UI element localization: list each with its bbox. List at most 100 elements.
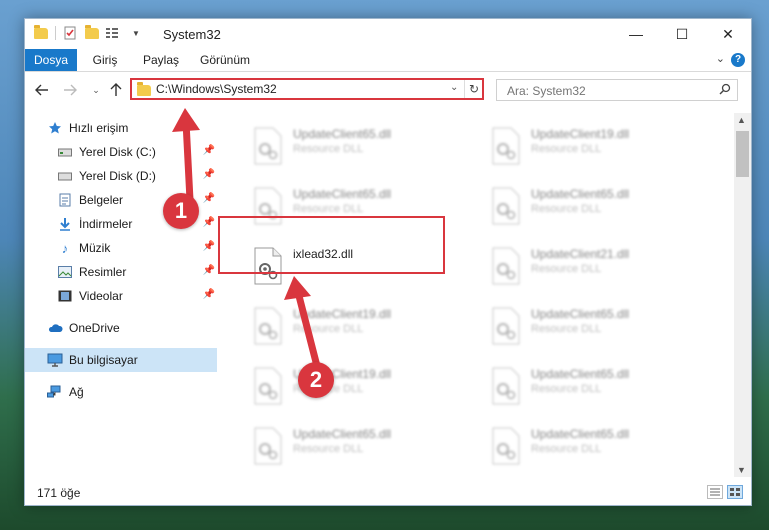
dll-file-icon [492, 187, 520, 225]
title-bar: ▼ System32 — ☐ ✕ [25, 19, 751, 49]
file-type: Resource DLL [293, 143, 364, 155]
pin-icon[interactable]: 📌 [203, 169, 215, 180]
new-folder-icon[interactable] [84, 24, 100, 41]
sidebar-item-label: Yerel Disk (C:) [79, 145, 156, 159]
dll-file-icon [492, 247, 520, 285]
drive-icon [57, 144, 73, 160]
large-icons-view-icon[interactable] [727, 485, 743, 499]
sidebar-item-pictures[interactable]: Resimler 📌 [25, 260, 217, 284]
sidebar-item-label: OneDrive [69, 321, 120, 335]
step-marker-1: 1 [163, 193, 199, 229]
file-item[interactable]: UpdateClient19.dll Resource DLL [245, 301, 471, 353]
file-name: UpdateClient65.dll [531, 427, 630, 441]
sidebar-item-videos[interactable]: Videolar 📌 [25, 284, 217, 308]
scroll-down-icon[interactable]: ▼ [737, 465, 746, 475]
tab-gorunum[interactable]: Görünüm [197, 49, 253, 71]
file-item[interactable]: UpdateClient65.dll Resource DLL [245, 121, 471, 173]
recent-locations-icon[interactable]: ⌄ [87, 81, 105, 99]
sidebar-item-music[interactable]: ♪ Müzik 📌 [25, 236, 217, 260]
tab-paylas[interactable]: Paylaş [141, 49, 181, 71]
scroll-up-icon[interactable]: ▲ [737, 115, 746, 125]
pictures-icon [57, 264, 73, 280]
music-icon: ♪ [61, 240, 69, 256]
file-item[interactable]: UpdateClient65.dll Resource DLL [483, 421, 709, 473]
details-view-icon[interactable] [707, 485, 723, 499]
address-dropdown-icon[interactable]: ⌄ [450, 82, 458, 93]
status-bar: 171 öğe [25, 479, 751, 505]
minimize-button[interactable]: — [613, 19, 659, 49]
file-item[interactable]: UpdateClient21.dll Resource DLL [483, 241, 709, 293]
file-highlight-box [218, 216, 445, 274]
file-name: UpdateClient65.dll [293, 187, 392, 201]
navigation-bar: ⌄ C:\Windows\System32 ⌄ ↻ [25, 72, 751, 108]
dll-file-icon [492, 427, 520, 465]
divider [55, 26, 56, 40]
documents-icon [57, 192, 73, 208]
search-box[interactable] [496, 79, 738, 101]
maximize-button[interactable]: ☐ [659, 19, 705, 49]
drive-icon [57, 168, 73, 184]
file-list: UpdateClient65.dll Resource DLL UpdateCl… [225, 113, 733, 477]
expand-ribbon-icon[interactable]: ⌄ [716, 52, 725, 65]
file-type: Resource DLL [531, 203, 602, 215]
folder-icon[interactable] [33, 24, 49, 41]
back-button[interactable] [33, 81, 51, 99]
address-bar[interactable]: C:\Windows\System32 ⌄ ↻ [130, 78, 484, 100]
file-type: Resource DLL [293, 443, 364, 455]
file-item[interactable]: UpdateClient65.dll Resource DLL [483, 301, 709, 353]
pin-icon[interactable]: 📌 [203, 145, 215, 156]
star-icon [47, 120, 63, 136]
file-item[interactable]: UpdateClient65.dll Resource DLL [245, 421, 471, 473]
sidebar-item-this-pc[interactable]: Bu bilgisayar [25, 348, 217, 372]
folder-icon [137, 82, 151, 96]
file-item[interactable]: UpdateClient65.dll Resource DLL [483, 181, 709, 233]
sidebar-item-quick-access[interactable]: Hızlı erişim [25, 116, 217, 140]
sidebar-item-onedrive[interactable]: OneDrive [25, 316, 217, 340]
forward-button[interactable] [61, 81, 79, 99]
pin-icon[interactable]: 📌 [203, 217, 215, 228]
help-icon[interactable]: ? [731, 53, 745, 67]
sidebar-item-network[interactable]: Ağ [25, 380, 217, 404]
sidebar-item-local-disk-c[interactable]: Yerel Disk (C:) 📌 [25, 140, 217, 164]
up-button[interactable] [107, 81, 125, 99]
sidebar-item-label: İndirmeler [79, 217, 133, 231]
sidebar-item-label: Hızlı erişim [69, 121, 129, 135]
sidebar-item-label: Müzik [79, 241, 111, 255]
close-button[interactable]: ✕ [705, 19, 751, 49]
search-input[interactable] [505, 81, 709, 101]
file-type: Resource DLL [531, 263, 602, 275]
file-item[interactable]: UpdateClient65.dll Resource DLL [483, 361, 709, 413]
sidebar-item-local-disk-d[interactable]: Yerel Disk (D:) 📌 [25, 164, 217, 188]
file-item[interactable]: UpdateClient19.dll Resource DLL [483, 121, 709, 173]
file-name: UpdateClient65.dll [531, 367, 630, 381]
sidebar-item-label: Yerel Disk (D:) [79, 169, 156, 183]
dropdown-arrow-icon[interactable]: ▼ [128, 25, 144, 41]
customize-toolbar-icon[interactable] [106, 25, 122, 41]
cloud-icon [47, 320, 63, 336]
file-name: UpdateClient65.dll [531, 307, 630, 321]
pin-icon[interactable]: 📌 [203, 241, 215, 252]
dll-file-icon [254, 127, 282, 165]
properties-icon[interactable] [62, 25, 78, 41]
window-title: System32 [163, 27, 221, 42]
tab-giris[interactable]: Giriş [87, 49, 123, 71]
file-type: Resource DLL [293, 203, 364, 215]
file-item[interactable]: UpdateClient19.dll Resource DLL [245, 361, 471, 413]
file-name: UpdateClient19.dll [531, 127, 630, 141]
pin-icon[interactable]: 📌 [203, 193, 215, 204]
pin-icon[interactable]: 📌 [203, 289, 215, 300]
scroll-thumb[interactable] [736, 131, 749, 177]
refresh-icon[interactable]: ↻ [464, 80, 483, 98]
quick-access-toolbar: ▼ [33, 24, 150, 41]
tab-dosya[interactable]: Dosya [25, 49, 77, 71]
file-type: Resource DLL [531, 143, 602, 155]
file-type: Resource DLL [531, 383, 602, 395]
step-marker-2: 2 [298, 362, 334, 398]
pin-icon[interactable]: 📌 [203, 265, 215, 276]
vertical-scrollbar[interactable]: ▲ ▼ [734, 113, 751, 477]
computer-icon [47, 352, 63, 368]
item-count: 171 öğe [37, 486, 81, 500]
sidebar-item-label: Ağ [69, 385, 84, 399]
dll-file-icon [254, 307, 282, 345]
dll-file-icon [492, 307, 520, 345]
